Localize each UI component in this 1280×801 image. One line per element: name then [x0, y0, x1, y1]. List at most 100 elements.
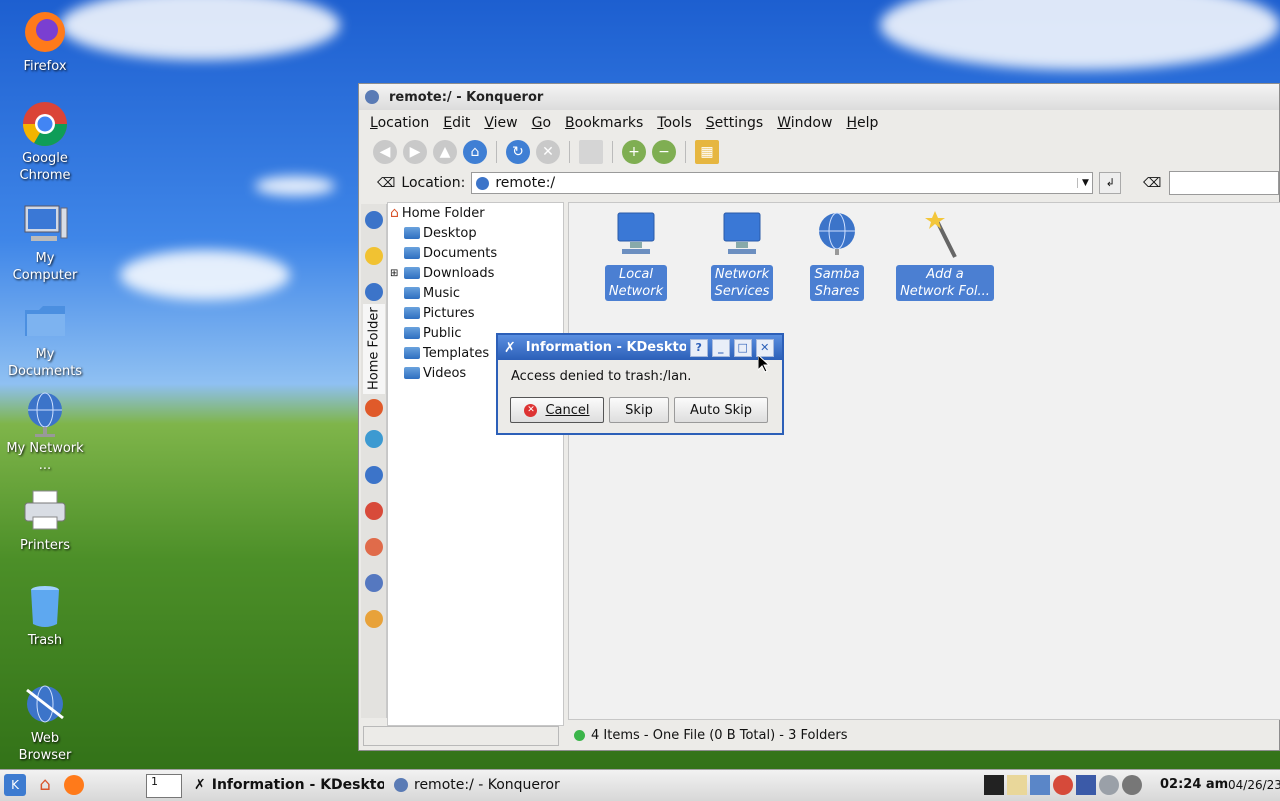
cloud: [120, 250, 290, 300]
desktop-icon-printers[interactable]: Printers: [4, 487, 86, 554]
status-bar: 4 Items - One File (0 B Total) - 3 Folde…: [568, 724, 1280, 746]
web-browser-icon: [21, 680, 69, 728]
stop-icon[interactable]: ✕: [536, 140, 560, 164]
menu-view[interactable]: View: [477, 115, 524, 131]
clear-location-icon[interactable]: ⌫: [377, 176, 395, 191]
go-button[interactable]: ↲: [1099, 172, 1122, 194]
mouse-cursor-icon: [758, 355, 770, 373]
menu-help[interactable]: Help: [839, 115, 885, 131]
history-icon[interactable]: [365, 283, 383, 301]
window-titlebar[interactable]: remote:/ - Konqueror: [359, 84, 1279, 110]
zoom-out-icon[interactable]: −: [652, 140, 676, 164]
skip-button[interactable]: Skip: [609, 397, 669, 423]
home-icon[interactable]: ⌂: [463, 140, 487, 164]
drive-icon[interactable]: [1099, 775, 1119, 795]
close-icon[interactable]: ✕: [755, 338, 774, 357]
network-disconnected-icon[interactable]: [1053, 775, 1073, 795]
web-sidebar-icon[interactable]: [365, 610, 383, 628]
kde-x-icon: ✗: [504, 339, 516, 356]
display-icon[interactable]: [1076, 775, 1096, 795]
kde-menu-icon[interactable]: K: [4, 774, 26, 796]
network-sidebar-icon[interactable]: [365, 466, 383, 484]
menu-location[interactable]: Location: [363, 115, 436, 131]
folder-icon: [404, 347, 420, 359]
star-icon[interactable]: [365, 247, 383, 265]
dialog-titlebar[interactable]: ✗ Information - KDeskto ? _ □ ✕: [498, 335, 782, 360]
task-information-dialog[interactable]: ✗ Information - KDesktop: [194, 774, 384, 796]
root-folder-sidebar-icon[interactable]: [365, 502, 383, 520]
desktop-icon-my-computer[interactable]: My Computer: [4, 200, 86, 284]
up-icon[interactable]: ▲: [433, 140, 457, 164]
desktop-icon-chrome[interactable]: Google Chrome: [4, 100, 86, 184]
reload-icon[interactable]: ↻: [506, 140, 530, 164]
tree-item-music[interactable]: Music: [388, 283, 563, 303]
expand-icon[interactable]: ⊞: [390, 268, 404, 279]
location-value: remote:/: [495, 175, 556, 191]
menu-edit[interactable]: Edit: [436, 115, 477, 131]
chevron-down-icon[interactable]: ▼: [1077, 178, 1092, 188]
file-item-network-services[interactable]: Network Services: [695, 211, 789, 301]
firefox-launcher-icon[interactable]: [64, 775, 84, 795]
forward-icon[interactable]: ▶: [403, 140, 427, 164]
file-item-add-network-folder[interactable]: Add a Network Fol...: [895, 211, 995, 301]
tree-item-downloads[interactable]: ⊞ Downloads: [388, 263, 563, 283]
minimize-icon[interactable]: _: [711, 338, 730, 357]
settings-icon[interactable]: [1122, 775, 1142, 795]
zoom-in-icon[interactable]: +: [622, 140, 646, 164]
clock-date[interactable]: 04/26/23: [1228, 778, 1280, 792]
sidebar-footer: [363, 726, 559, 746]
desktop-icon-firefox[interactable]: Firefox: [4, 8, 86, 75]
devices-sidebar-icon[interactable]: [365, 574, 383, 592]
toolbar: ◀ ▶ ▲ ⌂ ↻ ✕ + − ▦: [359, 136, 1279, 168]
tree-item-home-folder[interactable]: ⌂ Home Folder: [388, 203, 563, 223]
file-item-samba-shares[interactable]: Samba Shares: [790, 211, 884, 301]
home-launcher-icon[interactable]: ⌂: [34, 774, 56, 796]
folder-icon: [404, 247, 420, 259]
menu-window[interactable]: Window: [770, 115, 839, 131]
auto-skip-button[interactable]: Auto Skip: [674, 397, 768, 423]
desktop-icon-my-network[interactable]: My Network ...: [4, 390, 86, 474]
desktop-icon-trash[interactable]: Trash: [4, 582, 86, 649]
clear-search-icon[interactable]: ⌫: [1143, 176, 1161, 191]
menubar: Location Edit View Go Bookmarks Tools Se…: [359, 110, 1279, 136]
services-sidebar-icon[interactable]: [365, 538, 383, 556]
globe-icon: [819, 212, 855, 255]
clock-time[interactable]: 02:24 am: [1160, 777, 1228, 792]
tree-item-pictures[interactable]: Pictures: [388, 303, 563, 323]
tree-item-desktop[interactable]: Desktop: [388, 223, 563, 243]
file-item-local-network[interactable]: Local Network: [589, 211, 683, 301]
maximize-icon[interactable]: □: [733, 338, 752, 357]
terminal-icon[interactable]: [984, 775, 1004, 795]
tree-item-label: Templates: [423, 345, 490, 361]
klipper-icon[interactable]: [1007, 775, 1027, 795]
home-sidebar-icon[interactable]: [365, 399, 383, 417]
sidebar-tab-home-folder[interactable]: Home Folder: [363, 304, 385, 394]
network-globe-icon: [21, 390, 69, 438]
help-icon[interactable]: ?: [689, 338, 708, 357]
desktop-pager[interactable]: 1: [146, 774, 182, 798]
desktop-icon-web-browser[interactable]: Web Browser: [4, 680, 86, 764]
menu-settings[interactable]: Settings: [699, 115, 770, 131]
taskbar: K ⌂ 1 ✗ Information - KDesktop remote:/ …: [0, 769, 1280, 801]
desktop-folder-icon: [404, 227, 420, 239]
file-item-label: Local Network: [604, 265, 668, 301]
menu-tools[interactable]: Tools: [650, 115, 699, 131]
desktop-icon-label: Trash: [27, 633, 63, 648]
bookmarks-sidebar-icon[interactable]: [365, 211, 383, 229]
location-input[interactable]: remote:/ ▼: [471, 172, 1094, 194]
cancel-icon: ✕: [524, 403, 538, 417]
menu-bookmarks[interactable]: Bookmarks: [558, 115, 650, 131]
folder-icon: [404, 267, 420, 279]
back-icon[interactable]: ◀: [373, 140, 397, 164]
konqueror-icon: [394, 778, 408, 792]
media-sidebar-icon[interactable]: [365, 430, 383, 448]
user-icon[interactable]: [1030, 775, 1050, 795]
print-icon[interactable]: [579, 140, 603, 164]
cancel-button[interactable]: ✕ Cancel: [510, 397, 604, 423]
search-input[interactable]: [1169, 171, 1279, 195]
task-konqueror[interactable]: remote:/ - Konqueror: [394, 774, 560, 796]
view-mode-icon[interactable]: ▦: [695, 140, 719, 164]
desktop-icon-my-documents[interactable]: My Documents: [4, 296, 86, 380]
menu-go[interactable]: Go: [525, 115, 558, 131]
tree-item-documents[interactable]: Documents: [388, 243, 563, 263]
